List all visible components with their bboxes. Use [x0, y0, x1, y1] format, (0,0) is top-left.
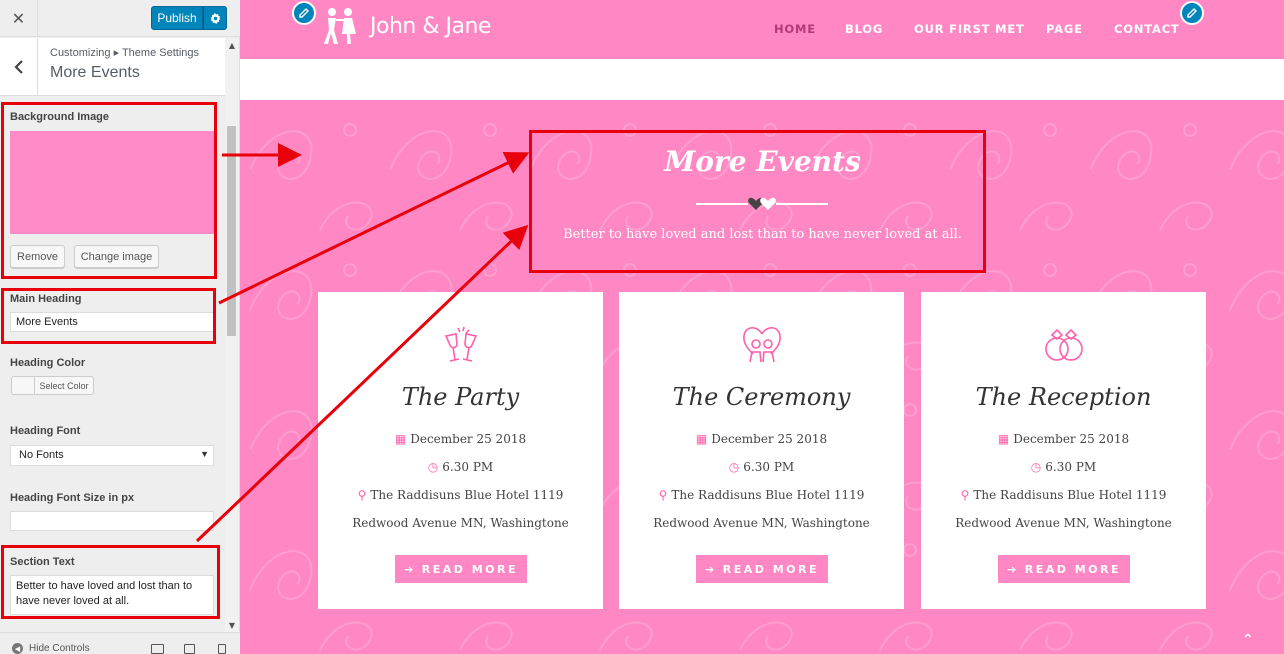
- section-title: More Events: [50, 64, 140, 81]
- nav-page[interactable]: PAGE: [1046, 22, 1083, 36]
- highlight-box-preview-heading: [529, 130, 986, 273]
- publish-settings-button[interactable]: [203, 6, 227, 30]
- site-preview: John & Jane HOME BLOG OUR FIRST MET PAGE…: [240, 0, 1284, 654]
- event-place-text: The Raddisuns Blue Hotel 1119: [973, 488, 1167, 502]
- scroll-up-icon[interactable]: ▲: [225, 38, 239, 52]
- section-header: Customizing ▸ Theme Settings More Events: [0, 38, 225, 96]
- map-pin-icon: ⚲: [960, 488, 970, 502]
- event-card-ceremony: The Ceremony ▦ December 25 2018 ◷ 6.30 PM …: [619, 292, 904, 609]
- highlight-box-background: [1, 102, 217, 279]
- nav-home[interactable]: HOME: [774, 22, 816, 36]
- event-card-reception: The Reception ▦ December 25 2018 ◷ 6.30 PM…: [921, 292, 1206, 609]
- event-place: ⚲ The Raddisuns Blue Hotel 1119: [318, 488, 603, 502]
- nav-our-first-met[interactable]: OUR FIRST MET: [914, 22, 1025, 36]
- couple-logo-icon: [324, 8, 356, 44]
- clock-icon: ◷: [1030, 460, 1042, 474]
- pencil-icon: [1187, 8, 1197, 18]
- event-time: ◷ 6.30 PM: [619, 460, 904, 474]
- chevron-left-icon: [13, 60, 23, 74]
- event-date-text: December 25 2018: [1013, 432, 1130, 446]
- read-more-button[interactable]: ➔ READ MORE: [395, 555, 527, 583]
- event-address: Redwood Avenue MN, Washingtone: [955, 516, 1172, 530]
- event-place: ⚲ The Raddisuns Blue Hotel 1119: [921, 488, 1206, 502]
- heading-font-size-label: Heading Font Size in px: [10, 492, 135, 504]
- hide-controls-button[interactable]: ◀ Hide Controls: [12, 643, 90, 654]
- gear-icon: [210, 12, 220, 24]
- event-time: ◷ 6.30 PM: [921, 460, 1206, 474]
- read-more-button[interactable]: ➔ READ MORE: [998, 555, 1130, 583]
- event-address: Redwood Avenue MN, Washingtone: [352, 516, 569, 530]
- highlight-box-heading: [1, 288, 216, 344]
- event-time: ◷ 6.30 PM: [318, 460, 603, 474]
- event-time-text: 6.30 PM: [1045, 460, 1097, 474]
- edit-shortcut-logo[interactable]: [292, 1, 316, 25]
- event-card-party: The Party ▦ December 25 2018 ◷ 6.30 PM ⚲ Th…: [318, 292, 603, 609]
- spacer-band: [240, 59, 1284, 100]
- arrow-right-icon: ➔: [1007, 562, 1019, 576]
- read-more-button[interactable]: ➔ READ MORE: [696, 555, 828, 583]
- nav-contact[interactable]: CONTACT: [1114, 22, 1180, 36]
- scrollbar-thumb[interactable]: [227, 126, 236, 336]
- edit-shortcut-menu[interactable]: [1180, 1, 1204, 25]
- event-title: The Ceremony: [672, 383, 851, 411]
- mobile-preview-icon[interactable]: [218, 644, 226, 654]
- read-more-label: READ MORE: [1024, 562, 1121, 576]
- back-button[interactable]: [0, 38, 38, 96]
- map-pin-icon: ⚲: [357, 488, 367, 502]
- read-more-label: READ MORE: [722, 562, 819, 576]
- event-title: The Party: [401, 383, 520, 411]
- dropdown-caret-icon: ▼: [200, 449, 209, 459]
- event-place: ⚲ The Raddisuns Blue Hotel 1119: [619, 488, 904, 502]
- arrow-right-icon: ➔: [404, 562, 416, 576]
- heading-font-value: No Fonts: [19, 449, 64, 461]
- hide-controls-label: Hide Controls: [29, 643, 90, 654]
- heading-font-label: Heading Font: [10, 425, 81, 437]
- event-date-text: December 25 2018: [711, 432, 828, 446]
- clock-icon: ◷: [728, 460, 740, 474]
- arrow-right-icon: ➔: [705, 562, 717, 576]
- champagne-glasses-icon: [444, 326, 478, 362]
- tablet-preview-icon[interactable]: [184, 644, 195, 654]
- calendar-icon: ▦: [695, 432, 708, 446]
- event-place-text: The Raddisuns Blue Hotel 1119: [671, 488, 865, 502]
- select-color-button[interactable]: Select Color: [35, 376, 94, 395]
- site-logo-text: John & Jane: [370, 13, 491, 39]
- heading-color-swatch[interactable]: [11, 376, 35, 395]
- couple-heart-icon: [743, 327, 781, 363]
- event-title: The Reception: [975, 383, 1152, 411]
- read-more-label: READ MORE: [421, 562, 518, 576]
- nav-blog[interactable]: BLOG: [845, 22, 883, 36]
- event-date-text: December 25 2018: [410, 432, 527, 446]
- highlight-box-section-text: [1, 545, 220, 619]
- publish-button[interactable]: Publish: [151, 6, 203, 30]
- event-date: ▦ December 25 2018: [318, 432, 603, 446]
- site-logo[interactable]: John & Jane: [320, 6, 491, 46]
- calendar-icon: ▦: [997, 432, 1010, 446]
- close-customizer-button[interactable]: ✕: [0, 0, 38, 37]
- heading-font-select[interactable]: No Fonts ▼: [10, 445, 214, 466]
- clock-icon: ◷: [427, 460, 439, 474]
- event-place-text: The Raddisuns Blue Hotel 1119: [370, 488, 564, 502]
- heading-font-size-input[interactable]: [10, 511, 214, 531]
- heading-color-label: Heading Color: [10, 357, 86, 369]
- event-date: ▦ December 25 2018: [619, 432, 904, 446]
- map-pin-icon: ⚲: [658, 488, 668, 502]
- scroll-down-icon[interactable]: ▼: [225, 618, 239, 632]
- calendar-icon: ▦: [394, 432, 407, 446]
- customizer-panel: ✕ Publish Customizing ▸ Theme Settings M…: [0, 0, 240, 654]
- event-date: ▦ December 25 2018: [921, 432, 1206, 446]
- wedding-rings-icon: [1045, 328, 1083, 361]
- desktop-preview-icon[interactable]: [151, 644, 164, 654]
- breadcrumb: Customizing ▸ Theme Settings: [50, 47, 199, 59]
- collapse-icon: ◀: [12, 643, 23, 654]
- scroll-to-top-icon[interactable]: ⌃: [1242, 632, 1254, 648]
- pencil-icon: [299, 8, 309, 18]
- event-time-text: 6.30 PM: [743, 460, 795, 474]
- event-address: Redwood Avenue MN, Washingtone: [653, 516, 870, 530]
- event-time-text: 6.30 PM: [442, 460, 494, 474]
